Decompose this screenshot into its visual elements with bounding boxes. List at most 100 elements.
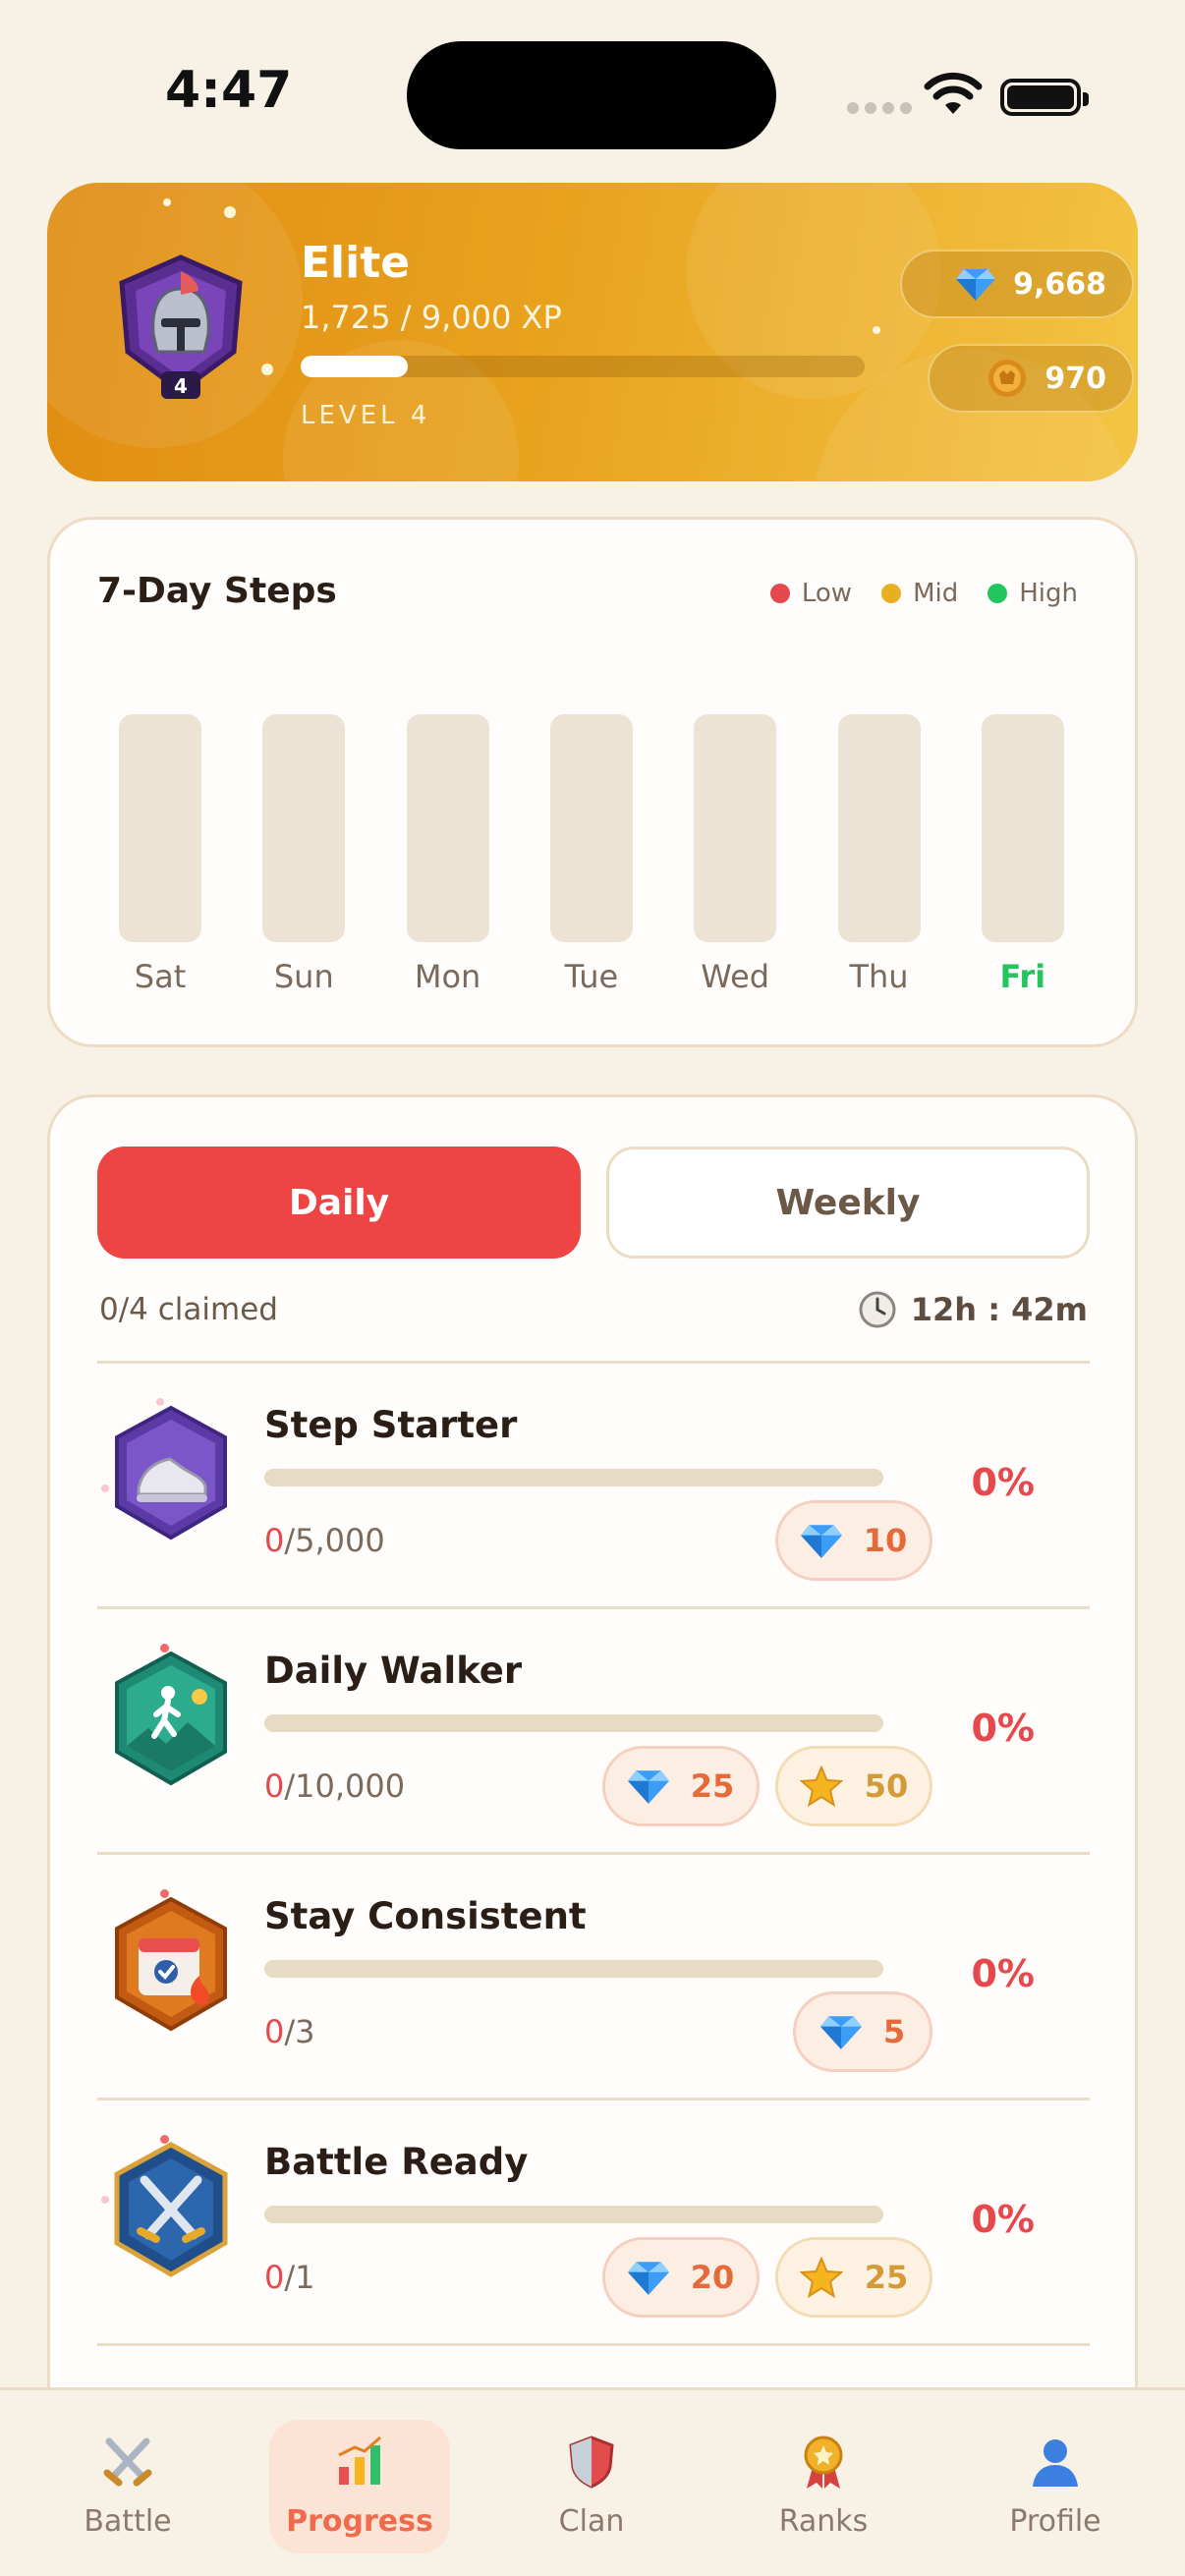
reward-gem-amount: 20 — [690, 2259, 735, 2296]
quest-target: /10,000 — [284, 1767, 406, 1805]
swords-icon — [103, 2437, 152, 2487]
coin-icon — [988, 360, 1027, 397]
nav-profile[interactable]: Profile — [965, 2420, 1146, 2553]
quest-target: /1 — [284, 2259, 315, 2296]
sneaker-icon — [115, 1405, 227, 1540]
gem-icon — [627, 2262, 669, 2295]
star-icon — [799, 1765, 843, 1807]
reward-stars: 50 — [775, 1746, 932, 1826]
divider — [97, 2098, 1090, 2100]
reward-gem-amount: 10 — [863, 1522, 908, 1559]
quest-item-step-starter[interactable]: Step Starter 0/5,000 10 0% — [97, 1365, 1090, 1606]
quest-item-daily-walker[interactable]: Daily Walker 0/10,000 25 50 0% — [97, 1610, 1090, 1852]
gem-icon — [800, 1525, 842, 1558]
divider — [97, 1361, 1090, 1364]
coin-balance[interactable]: 970 — [928, 344, 1134, 413]
quest-percent: 0% — [971, 1461, 1035, 1504]
crossed-swords-icon — [114, 2142, 228, 2277]
star-icon — [799, 2257, 843, 2298]
nav-label-clan: Clan — [558, 2504, 625, 2539]
quest-progress-bar — [264, 2206, 883, 2223]
coin-count: 970 — [1044, 361, 1106, 396]
reward-stars: 25 — [775, 2237, 932, 2318]
quest-current: 0 — [264, 2013, 285, 2050]
step-bar-wed — [694, 714, 777, 942]
timer-text: 12h : 42m — [910, 1291, 1088, 1328]
claimed-count: 0/4 claimed — [99, 1292, 278, 1327]
day-label-tue: Tue — [564, 958, 619, 995]
gem-balance[interactable]: 9,668 — [900, 250, 1134, 318]
reset-timer: 12h : 42m — [858, 1290, 1088, 1329]
quest-target: /5,000 — [284, 1522, 385, 1559]
reward-gem-amount: 5 — [882, 2013, 906, 2050]
quests-card: Daily Weekly 0/4 claimed 12h : 42m Step … — [47, 1094, 1138, 2470]
day-label-sat: Sat — [134, 958, 187, 995]
quest-item-battle-ready[interactable]: Battle Ready 0/1 20 25 0% — [97, 2101, 1090, 2343]
quest-progress-bar — [264, 1469, 883, 1486]
reward-star-amount: 50 — [864, 1767, 909, 1805]
rank-header-card: 4 Elite 1,725 / 9,000 XP LEVEL 4 9,668 9… — [47, 183, 1138, 481]
quest-progress-bar — [264, 1960, 883, 1978]
day-label-fri: Fri — [999, 958, 1046, 995]
day-label-sun: Sun — [273, 958, 334, 995]
shield-icon — [569, 2436, 614, 2489]
day-label-thu: Thu — [849, 958, 909, 995]
step-bar-fri — [981, 714, 1064, 942]
gem-count: 9,668 — [1013, 266, 1106, 302]
clock-icon — [859, 1291, 896, 1328]
quest-title: Step Starter — [264, 1404, 518, 1446]
quest-percent: 0% — [971, 1707, 1035, 1750]
quest-title: Battle Ready — [264, 2141, 529, 2183]
reward-gems: 10 — [775, 1500, 932, 1581]
nav-label-battle: Battle — [84, 2504, 172, 2539]
quest-progress-text: 0/10,000 — [264, 1767, 405, 1805]
person-icon — [1033, 2439, 1078, 2487]
nav-ranks[interactable]: Ranks — [733, 2420, 914, 2553]
quest-current: 0 — [264, 1522, 285, 1559]
quest-progress-text: 0/1 — [264, 2259, 315, 2296]
reward-star-amount: 25 — [864, 2259, 909, 2296]
quest-percent: 0% — [971, 1952, 1035, 1995]
quest-title: Daily Walker — [264, 1650, 523, 1692]
gem-icon — [956, 269, 996, 301]
tab-daily[interactable]: Daily — [97, 1147, 581, 1259]
reward-gems: 20 — [602, 2237, 760, 2318]
reward-gems: 25 — [602, 1746, 760, 1826]
xp-progress-fill — [301, 356, 409, 377]
gem-icon — [627, 1770, 669, 1804]
nav-label-progress: Progress — [286, 2504, 433, 2539]
nav-label-profile: Profile — [1009, 2504, 1101, 2539]
battery-icon — [1000, 79, 1089, 116]
divider — [97, 1606, 1090, 1609]
step-bar-mon — [406, 714, 489, 942]
status-time: 4:47 — [165, 61, 293, 120]
steps-bars-area: Sat Sun Mon Tue Wed Thu Fri — [50, 520, 1141, 1050]
bottom-nav: Battle Progress Clan Ranks Profile — [0, 2387, 1185, 2576]
step-bar-sun — [262, 714, 346, 942]
quest-target: /3 — [284, 2013, 315, 2050]
calendar-fire-icon — [115, 1896, 227, 2032]
nav-battle[interactable]: Battle — [37, 2420, 218, 2553]
bar-chart-icon — [338, 2436, 381, 2485]
quest-progress-bar — [264, 1714, 883, 1732]
tab-weekly[interactable]: Weekly — [606, 1147, 1090, 1259]
rank-title: Elite — [301, 238, 411, 288]
step-bar-tue — [549, 714, 633, 942]
quest-current: 0 — [264, 1767, 285, 1805]
quest-percent: 0% — [971, 2198, 1035, 2241]
reward-gem-amount: 25 — [690, 1767, 735, 1805]
level-text: LEVEL 4 — [301, 401, 431, 430]
nav-progress[interactable]: Progress — [269, 2420, 450, 2553]
xp-progress-bar — [301, 356, 865, 377]
nav-clan[interactable]: Clan — [501, 2420, 682, 2553]
cellular-signal-icon — [847, 102, 912, 114]
quest-item-stay-consistent[interactable]: Stay Consistent 0/3 5 0% — [97, 1856, 1090, 2098]
divider — [97, 2343, 1090, 2346]
day-label-wed: Wed — [701, 958, 770, 995]
step-bar-sat — [119, 714, 201, 942]
badge-level-number: 4 — [174, 374, 188, 398]
walker-icon — [115, 1651, 227, 1786]
xp-text: 1,725 / 9,000 XP — [301, 299, 562, 336]
gem-icon — [819, 2016, 862, 2049]
step-bar-thu — [837, 714, 921, 942]
